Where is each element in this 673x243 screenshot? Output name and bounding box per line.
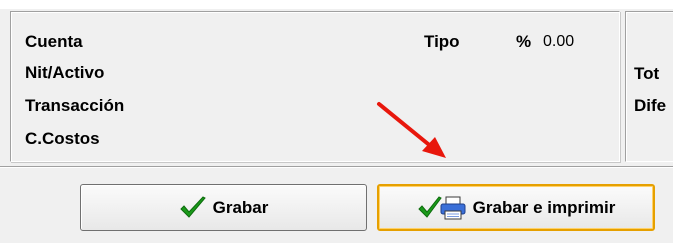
separator-line	[0, 166, 673, 168]
totals-panel: Tot Dife	[625, 11, 673, 162]
save-button[interactable]: Grabar	[80, 184, 367, 231]
label-tipo: Tipo	[424, 32, 460, 51]
save-and-print-button[interactable]: Grabar e imprimir	[377, 184, 655, 231]
percent-value: 0.00	[543, 33, 575, 50]
printer-icon	[440, 196, 466, 219]
red-arrow-icon	[377, 102, 446, 158]
dialog-window: Cuenta Nit/Activo Transacción C.Costos T…	[0, 0, 673, 243]
save-button-label: Grabar	[212, 197, 269, 217]
label-diferencia-partial: Dife	[634, 96, 667, 115]
save-and-print-button-label: Grabar e imprimir	[472, 197, 616, 217]
label-transaccion: Transacción	[25, 96, 125, 115]
account-info-panel: Cuenta Nit/Activo Transacción C.Costos T…	[10, 11, 620, 162]
top-strip	[0, 0, 673, 9]
label-nit-activo: Nit/Activo	[25, 63, 105, 82]
label-percent: %	[516, 32, 532, 51]
checkmark-icon	[179, 195, 207, 220]
label-cuenta: Cuenta	[25, 32, 83, 51]
label-total-partial: Tot	[634, 64, 660, 83]
label-ccostos: C.Costos	[25, 129, 100, 148]
